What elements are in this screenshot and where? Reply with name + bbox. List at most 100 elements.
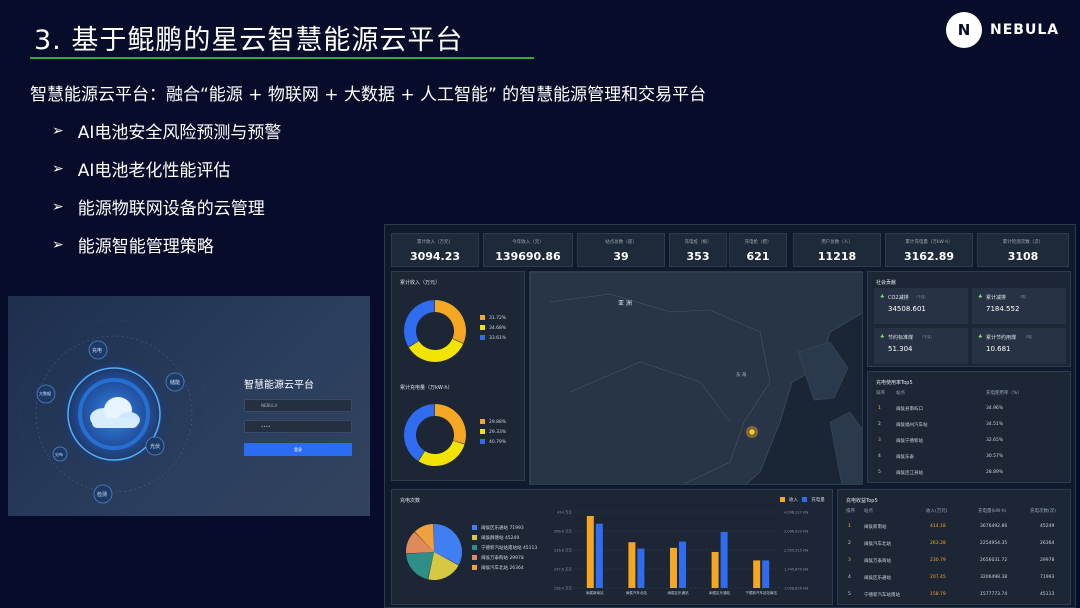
rank-cell: 5 xyxy=(878,470,881,475)
income-cell: 207.45 xyxy=(930,575,946,580)
bullet-item: ➢ 能源物联网设备的云管理 xyxy=(52,194,265,220)
kpi-card: 今年收入（元） 139690.86 xyxy=(483,233,573,267)
station-cell: 闽侯东泰 xyxy=(896,455,914,460)
table-header: 站点 xyxy=(896,391,905,396)
usage-top5-panel: 充电使用率Top5 排序 站点 充电使用率（%） 1 闽侯县南屿口 34.96%… xyxy=(867,371,1071,483)
savings-card: ♣ 累计节约用煤 （吨） 10.681 xyxy=(972,328,1066,364)
station-cell: 闽侯新南站 xyxy=(864,525,887,530)
income-top5-table: 排序 站点 收入(万元) 充电量(kW·h) 充电次数(次) 1 闽侯新南站 4… xyxy=(846,508,1068,604)
legend-label: 40.79% xyxy=(489,440,507,445)
table-header: 充电使用率（%） xyxy=(986,391,1022,396)
charge-bar-chart: 414 万元 4,096,227 kW·h 396.6 万元 3,096,929 kW… xyxy=(554,511,808,596)
nebula-logo: N NEBULA xyxy=(946,12,1059,48)
bullet-text: 能源智能管理策略 xyxy=(77,237,214,257)
orbit-label: 储能 xyxy=(170,380,181,386)
charge-count-legend: 闽侯区乐通站 71993 闽侯群德站 45249 宁德新汽站站南站站 45113… xyxy=(472,524,537,574)
kpi-label: 站点总数（座） xyxy=(605,240,637,245)
bar-energy xyxy=(762,560,770,588)
kpi-value: 353 xyxy=(686,250,710,263)
bar-energy xyxy=(679,541,686,588)
rank-cell: 3 xyxy=(878,438,881,443)
savings-unit: （吨） xyxy=(1018,295,1029,299)
slide-subtitle: 智慧能源云平台：融合“能源 + 物联网 + 大数据 + 人工智能” 的智慧能源管… xyxy=(30,85,707,105)
y-tick-label: 316.8 万元 xyxy=(554,549,573,553)
login-title: 智慧能源云平台 xyxy=(244,380,314,391)
value-cell: 30.57% xyxy=(986,454,1004,459)
y2-tick-label: 2,505,915 kW·h xyxy=(784,549,808,553)
x-tick-label: 宁德新汽车站站南站 xyxy=(745,590,777,595)
map-panel[interactable]: 亚 洲 东 海 xyxy=(529,271,863,485)
income-top5-title: 充电收益Top5 xyxy=(846,498,878,504)
legend-item: 闽侯群德站 45249 xyxy=(472,534,537,544)
asia-map xyxy=(530,272,862,484)
kpi-label: 充电枪（把） xyxy=(744,240,772,245)
station-cell: 闽侯汽车北站 xyxy=(864,542,891,547)
savings-unit: （千克） xyxy=(914,295,928,299)
bar-income xyxy=(586,516,594,588)
orbit-label: 光伏 xyxy=(150,444,161,450)
value-cell: 34.96% xyxy=(986,406,1004,411)
kpi-label: 充电桩（根） xyxy=(684,240,712,245)
logo-text: NEBULA xyxy=(990,22,1060,38)
legend-swatch xyxy=(780,497,785,502)
legend-swatch xyxy=(472,555,477,560)
income-cell: 158.79 xyxy=(930,592,946,597)
value-cell: 34.51% xyxy=(986,422,1004,427)
table-header: 站点 xyxy=(864,509,873,514)
bar-energy xyxy=(595,523,603,588)
bullet-item: ➢ AI电池老化性能评估 xyxy=(52,156,230,182)
legend-swatch xyxy=(480,429,485,434)
energy-cell: 3676492.86 xyxy=(980,524,1008,529)
y-tick-label: 237.6 万元 xyxy=(554,568,573,572)
savings-unit: （千克） xyxy=(920,335,934,339)
kpi-value: 3108 xyxy=(1007,250,1039,263)
map-label-sea: 东 海 xyxy=(736,373,747,378)
username-field[interactable]: NEBULA xyxy=(244,399,352,412)
leaf-icon: ♣ xyxy=(978,334,983,340)
savings-value: 7184.552 xyxy=(986,305,1020,313)
kpi-label: 累计收入（万元） xyxy=(417,240,453,245)
savings-label: 累计减排 xyxy=(986,295,1007,301)
table-header: 收入(万元) xyxy=(926,509,948,514)
x-tick-label: 闽侯新南站 xyxy=(586,590,604,595)
password-field[interactable]: •••• xyxy=(244,420,352,433)
legend-value: 45113 xyxy=(522,546,538,551)
bullet-text: 能源物联网设备的云管理 xyxy=(77,199,265,219)
legend-label: 收入 xyxy=(789,498,798,503)
logo-mark-icon: N xyxy=(946,12,982,48)
pie-slice xyxy=(435,404,466,444)
legend-label: 闽侯区乐通站 xyxy=(481,526,508,531)
y-tick-label: 414 万元 xyxy=(557,511,572,515)
pie-slice xyxy=(435,300,466,344)
kpi-card: 站点总数（座） 39 xyxy=(577,233,665,267)
savings-title: 社会贡献 xyxy=(876,280,897,286)
kpi-label: 累计检测次数（次） xyxy=(1002,240,1044,245)
kpi-card: 累计充电量（万kW·h） 3162.89 xyxy=(885,233,973,267)
legend-swatch xyxy=(480,335,485,340)
kpi-value: 621 xyxy=(746,250,770,263)
income-top5-panel: 充电收益Top5 排序 站点 收入(万元) 充电量(kW·h) 充电次数(次) … xyxy=(837,489,1071,605)
bullet-text: AI电池安全风险预测与预警 xyxy=(77,123,282,143)
map-label-asia: 亚 洲 xyxy=(618,300,632,307)
y2-tick-label: 1,008,826 kW·h xyxy=(784,587,808,591)
energy-cell: 2254954.35 xyxy=(980,541,1008,546)
legend-label: 34.68% xyxy=(489,326,507,331)
station-cell: 闽侯连江县站 xyxy=(896,471,923,476)
login-button[interactable]: 登录 xyxy=(244,443,352,456)
kpi-card: 充电桩（根） 353 xyxy=(669,233,727,267)
savings-card: ♣ CO2减排 （千克） 34508.601 xyxy=(874,288,968,324)
value-cell: 28.89% xyxy=(986,470,1004,475)
leaf-icon: ♣ xyxy=(880,334,885,340)
rank-cell: 1 xyxy=(878,406,881,411)
bar-income xyxy=(628,542,636,588)
savings-label: 节约标准煤 xyxy=(888,335,914,341)
legend-swatch xyxy=(472,535,477,540)
y-tick-label: 396.6 万元 xyxy=(554,530,573,534)
bar-energy xyxy=(720,531,728,588)
legend-item: 29.33% xyxy=(480,428,506,438)
bar-income xyxy=(753,560,761,588)
energy-donut-chart xyxy=(404,404,466,466)
kpi-label: 用户总数（人） xyxy=(821,240,853,245)
legend-item: 40.79% xyxy=(480,438,506,448)
x-tick-label: 闽侯区乐通站 xyxy=(709,590,730,595)
